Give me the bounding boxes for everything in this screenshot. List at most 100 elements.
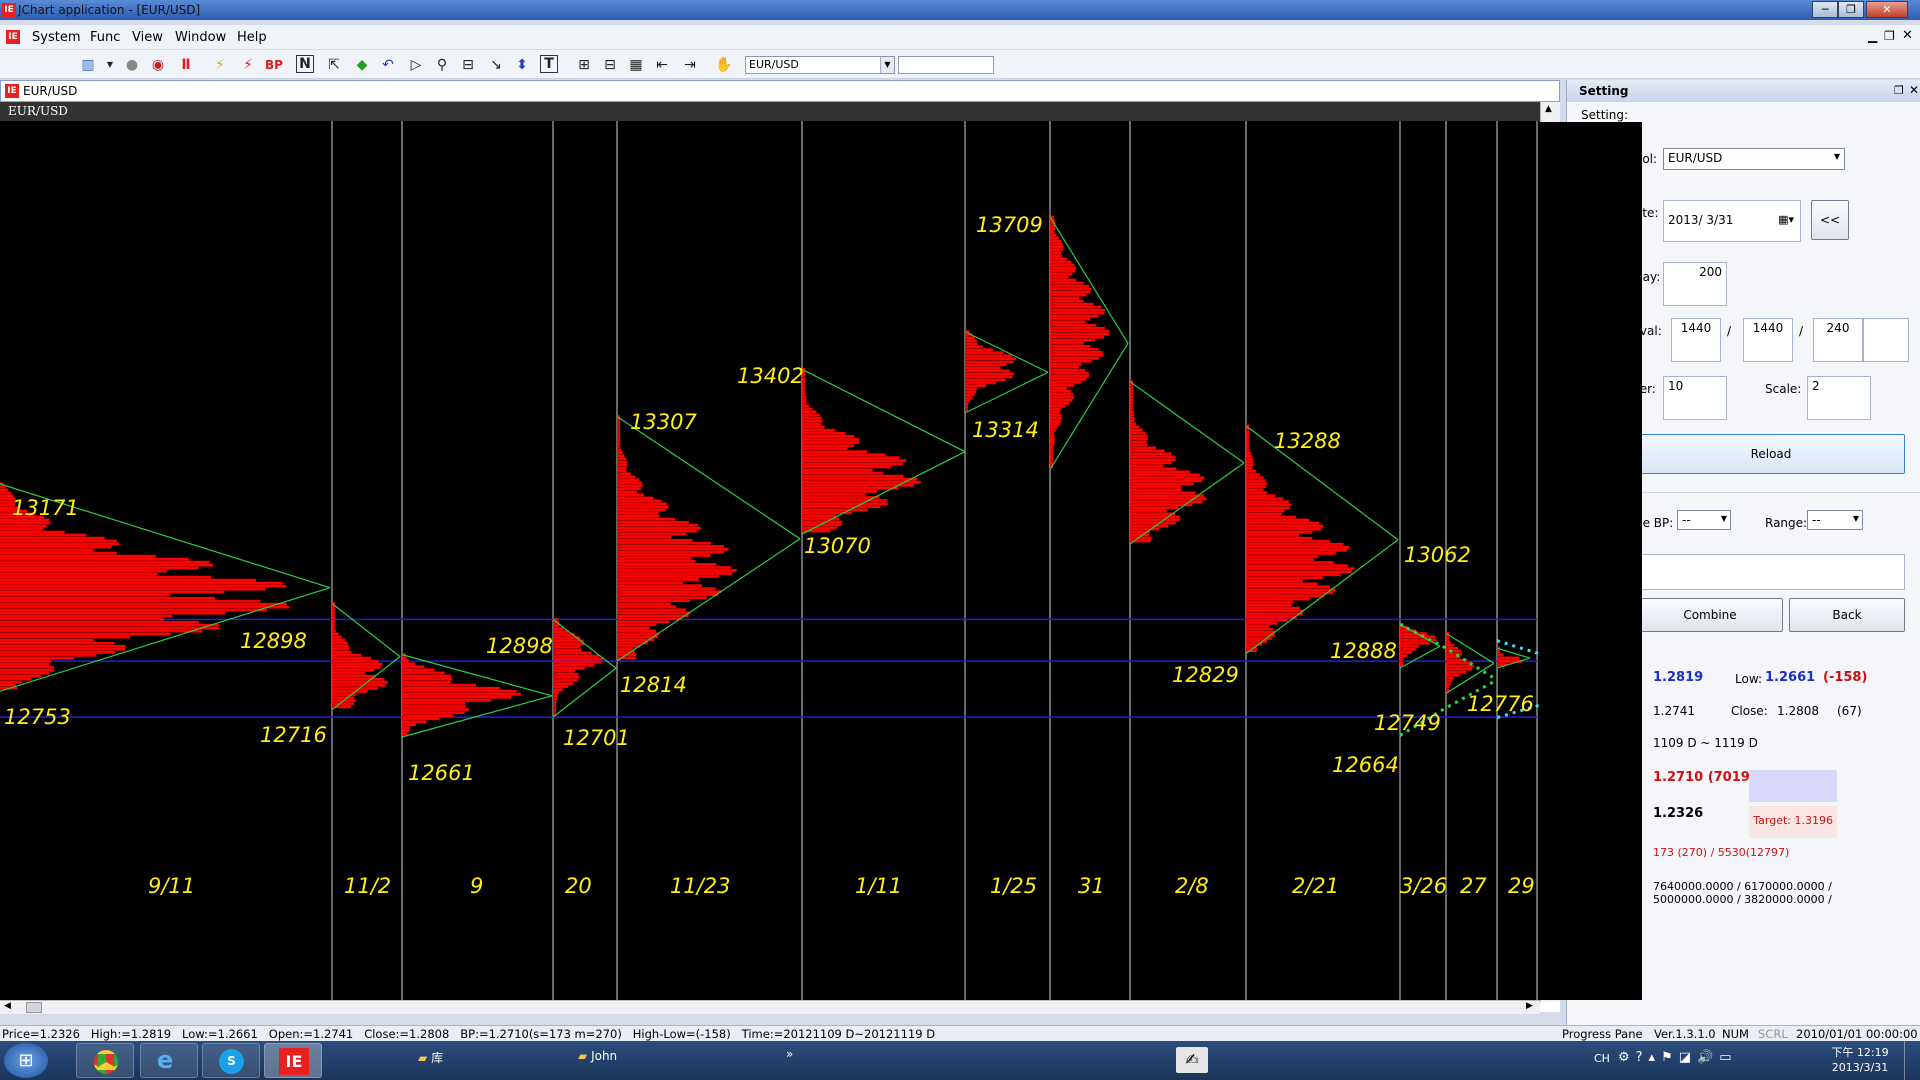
clock-date[interactable]: 2013/3/31 [1830, 1061, 1890, 1074]
scroll-right-icon[interactable]: ⇥ [680, 55, 700, 75]
toolbar-expand-icon[interactable]: » [786, 1047, 793, 1061]
folder-label: 库 [431, 1051, 444, 1065]
panel-float-icon[interactable]: ❐ [1894, 84, 1904, 97]
symbol-select[interactable]: EUR/USD ▼ [745, 56, 895, 74]
profile-lower-line [964, 371, 1049, 414]
interval-input-3[interactable]: 240 [1813, 318, 1863, 362]
maximize-button[interactable]: ❐ [1838, 1, 1864, 18]
scroll-right-arrow-icon[interactable]: ▶ [1526, 1001, 1533, 1011]
scroll-left-icon[interactable]: ⇤ [652, 55, 672, 75]
minimize-button[interactable]: ─ [1812, 1, 1838, 18]
note-input[interactable] [1637, 554, 1905, 590]
open-value: 1.2741 [1653, 704, 1695, 718]
chevron-down-icon: ▼ [1720, 514, 1727, 523]
chart-canvas[interactable]: 13171 12898 12753 12716 12661 12898 12701 12814… [0, 102, 1540, 1002]
cube-icon[interactable]: ◆ [352, 55, 372, 75]
chrome-taskbar-button[interactable] [76, 1043, 134, 1078]
menu-func[interactable]: Func [90, 30, 120, 45]
hand-icon[interactable]: ✋ [714, 55, 734, 75]
scroll-left-arrow-icon[interactable]: ◀ [4, 1001, 11, 1011]
interval-sep-1: / [1727, 324, 1732, 338]
close-button[interactable]: ✕ [1866, 1, 1908, 18]
user-label: John [591, 1049, 618, 1063]
bp-button[interactable]: BP [264, 55, 284, 75]
folder-taskbar-item[interactable]: ▰ 库 [418, 1049, 443, 1066]
bp-select[interactable]: -- ▼ [1677, 510, 1731, 530]
scroll-up-icon[interactable]: ▲ [1545, 104, 1552, 114]
skype-taskbar-button[interactable]: S [202, 1043, 260, 1078]
mdi-minimize-icon[interactable]: ▁ [1868, 29, 1877, 43]
play-icon[interactable]: ▷ [406, 55, 426, 75]
scale-input[interactable]: 2 [1807, 376, 1871, 420]
start-button[interactable]: ⊞ [4, 1043, 48, 1078]
day-input[interactable]: 200 [1663, 262, 1727, 306]
panel-close-icon[interactable]: ✕ [1909, 83, 1919, 97]
interval-input-4[interactable] [1863, 318, 1909, 362]
low-label: Low: [1735, 672, 1763, 686]
stop-icon[interactable]: ◉ [148, 55, 168, 75]
grid-icon[interactable]: ▦ [626, 55, 646, 75]
mdi-restore-icon[interactable]: ❐ [1884, 29, 1895, 43]
jchart-taskbar-button[interactable]: IE [264, 1043, 322, 1078]
menu-app-icon: IE [6, 30, 20, 44]
scroll-thumb[interactable] [26, 1002, 42, 1013]
n-tool-button[interactable]: N [296, 55, 314, 73]
date-label: 2/8 [1175, 874, 1209, 898]
bar-chart-icon[interactable]: ▥ [78, 55, 98, 75]
volume-profile-bars [617, 415, 737, 660]
mdi-close-icon[interactable]: ✕ [1902, 28, 1913, 43]
price-label: 12829 [1172, 663, 1239, 687]
window-title-bar: IE JChart application - [EUR/USD] ─ ❐ ✕ [0, 0, 1920, 20]
ie-tool-icon[interactable]: Ⅱ [176, 55, 196, 75]
filter-input[interactable]: 10 [1663, 376, 1727, 420]
trendline-icon[interactable]: ↘ [486, 55, 506, 75]
reload-button[interactable]: Reload [1637, 434, 1905, 474]
price-label: 13307 [630, 410, 697, 434]
date-back-button[interactable]: << [1811, 200, 1849, 240]
cursor-icon[interactable]: ⇱ [324, 55, 344, 75]
zoom-in-icon[interactable]: ⊞ [574, 55, 594, 75]
user-taskbar-item[interactable]: ▰ John [578, 1049, 617, 1063]
record-icon[interactable]: ● [122, 55, 142, 75]
price-label: 12776 [1467, 692, 1534, 716]
date-input[interactable]: 2013/ 3/31 ▦▾ [1663, 200, 1801, 242]
text-tool-button[interactable]: T [540, 55, 558, 73]
range-select[interactable]: -- ▼ [1807, 510, 1863, 530]
price-label: 12716 [260, 723, 327, 747]
lightning-red-icon[interactable]: ⚡ [238, 55, 258, 75]
calendar-icon[interactable]: ▦▾ [1778, 213, 1794, 226]
menu-help[interactable]: Help [237, 30, 267, 45]
taskbar: ⊞ e S IE ▰ 库 ▰ John » ✍ CH ⚙?▴⚑◪🔊▭ 下午 12… [0, 1041, 1920, 1080]
document-tab[interactable]: IE EUR/USD [0, 80, 1560, 102]
language-indicator[interactable]: CH [1594, 1052, 1610, 1065]
setting-symbol-select[interactable]: EUR/USD ▼ [1663, 148, 1845, 170]
dropdown-arrow-icon[interactable]: ▼ [100, 55, 120, 75]
menu-window[interactable]: Window [175, 30, 226, 45]
zoom-icon[interactable]: ⚲ [432, 55, 452, 75]
lightning-icon[interactable]: ⚡ [210, 55, 230, 75]
setting-subtitle: Setting: [1581, 108, 1629, 122]
combine-button[interactable]: Combine [1637, 598, 1783, 632]
document-tab-label: EUR/USD [23, 84, 78, 98]
menu-system[interactable]: System [32, 30, 80, 45]
hline-icon[interactable]: ⊟ [458, 55, 478, 75]
menu-view[interactable]: View [132, 30, 163, 45]
undo-icon[interactable]: ↶ [378, 55, 398, 75]
market-profile-chart: 13171 12898 12753 12716 12661 12898 12701 12814… [0, 102, 1540, 1002]
price-label: 12898 [240, 629, 307, 653]
tray-icons[interactable]: ⚙?▴⚑◪🔊▭ [1618, 1050, 1738, 1065]
high-value: 1.2819 [1653, 670, 1704, 685]
horizontal-scrollbar[interactable]: ◀ ▶ [0, 1000, 1540, 1014]
volume-profile-bars [1050, 215, 1110, 468]
back-button[interactable]: Back [1789, 598, 1905, 632]
price-label: 12749 [1374, 711, 1441, 735]
signature-pad-icon[interactable]: ✍ [1176, 1047, 1208, 1073]
zoom-out-icon[interactable]: ⊟ [600, 55, 620, 75]
clock-time[interactable]: 下午 12:19 [1830, 1044, 1890, 1060]
interval-input-1[interactable]: 1440 [1671, 318, 1721, 362]
toolbar-input[interactable] [898, 56, 994, 74]
ie-taskbar-button[interactable]: e [140, 1043, 198, 1078]
interval-input-2[interactable]: 1440 [1743, 318, 1793, 362]
show-desktop-button[interactable] [1904, 1041, 1920, 1080]
fibonacci-icon[interactable]: ⬍ [512, 55, 532, 75]
